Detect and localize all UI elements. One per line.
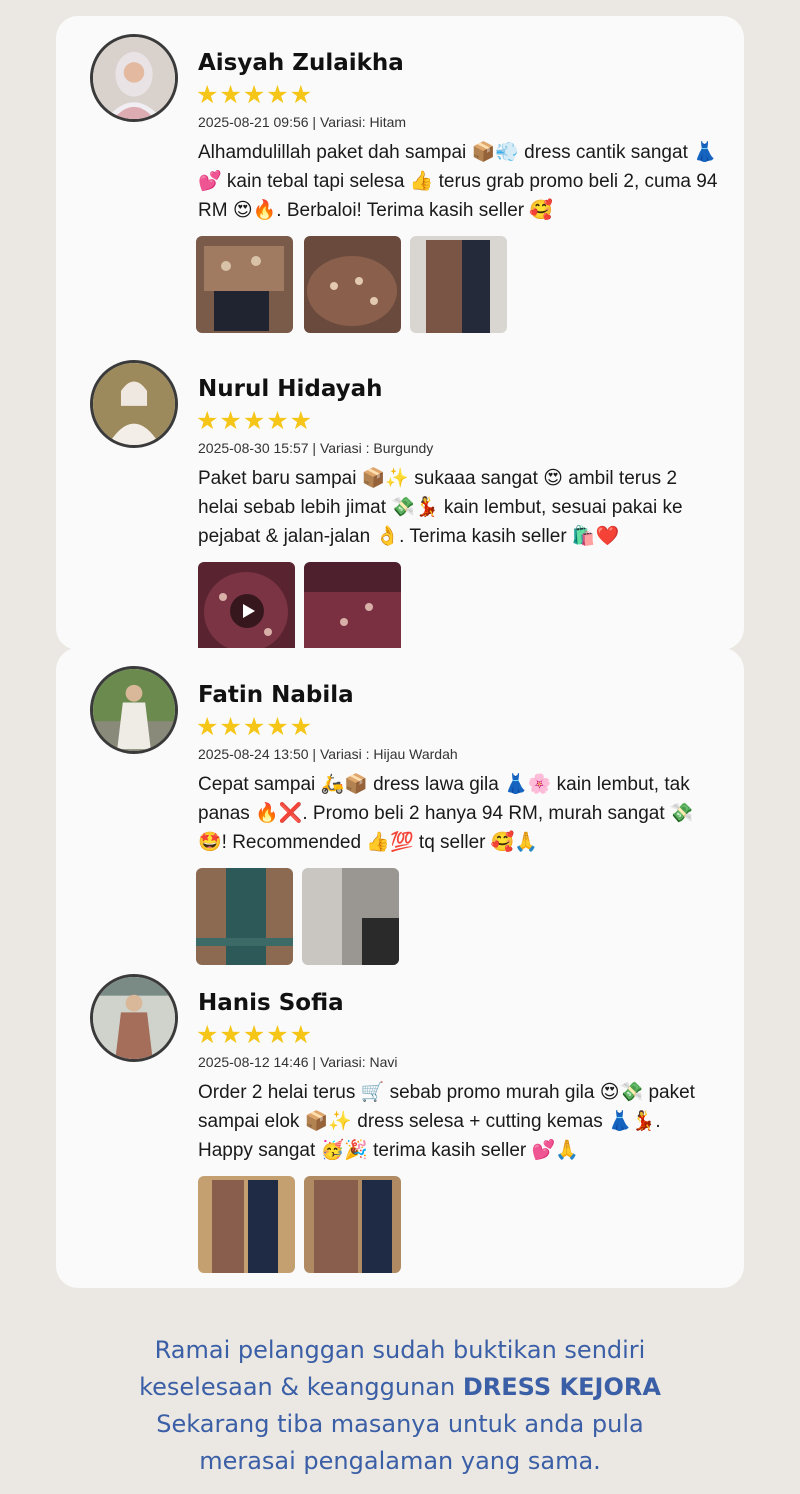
footer-line-text: keselesaan & keanggunan xyxy=(139,1373,463,1401)
avatar[interactable] xyxy=(90,666,178,754)
footer-line: merasai pengalaman yang sama. xyxy=(199,1447,601,1475)
star-rating: ★★★★★ xyxy=(196,407,314,435)
avatar[interactable] xyxy=(90,974,178,1062)
review-meta: 2025-08-24 13:50 | Variasi : Hijau Warda… xyxy=(198,746,458,762)
avatar[interactable] xyxy=(90,34,178,122)
footer-message: Ramai pelanggan sudah buktikan sendiri k… xyxy=(60,1332,740,1480)
footer-line: Ramai pelanggan sudah buktikan sendiri xyxy=(154,1336,646,1364)
review-photo[interactable] xyxy=(410,236,507,333)
review-photo[interactable] xyxy=(304,562,401,659)
reviewer-name: Nurul Hidayah xyxy=(198,376,383,402)
star-rating: ★★★★★ xyxy=(196,81,314,109)
review-text: Cepat sampai 🛵📦 dress lawa gila 👗🌸 kain … xyxy=(198,774,694,853)
avatar[interactable] xyxy=(90,360,178,448)
review-photo[interactable] xyxy=(302,868,399,965)
review-text: Alhamdulillah paket dah sampai 📦💨 dress … xyxy=(198,142,718,221)
brand-name: DRESS KEJORA xyxy=(462,1373,661,1401)
footer-line: Sekarang tiba masanya untuk anda pula xyxy=(156,1410,644,1438)
footer-line: keselesaan & keanggunan DRESS KEJORA xyxy=(60,1369,740,1406)
review-card: Fatin Nabila ★★★★★ 2025-08-24 13:50 | Va… xyxy=(56,648,744,1288)
reviewer-name: Aisyah Zulaikha xyxy=(198,50,404,76)
review-meta: 2025-08-12 14:46 | Variasi: Navi xyxy=(198,1054,398,1070)
review-meta: 2025-08-21 09:56 | Variasi: Hitam xyxy=(198,114,407,130)
star-rating: ★★★★★ xyxy=(196,713,314,741)
review-text: Order 2 helai terus 🛒 sebab promo murah … xyxy=(198,1082,695,1161)
review-card: Aisyah Zulaikha ★★★★★ 2025-08-21 09:56 |… xyxy=(56,16,744,659)
review-text: Paket baru sampai 📦✨ sukaaa sangat 😍 amb… xyxy=(198,468,683,547)
review-photo[interactable] xyxy=(304,1176,401,1273)
review-video[interactable] xyxy=(198,562,295,659)
reviewer-name: Hanis Sofia xyxy=(198,990,344,1016)
review-photo[interactable] xyxy=(304,236,401,333)
review-photo[interactable] xyxy=(196,236,293,333)
reviewer-name: Fatin Nabila xyxy=(198,682,354,708)
star-rating: ★★★★★ xyxy=(196,1021,314,1049)
review-photo[interactable] xyxy=(196,868,293,965)
play-icon[interactable] xyxy=(230,594,264,628)
review-meta: 2025-08-30 15:57 | Variasi : Burgundy xyxy=(198,440,434,456)
review-photo[interactable] xyxy=(198,1176,295,1273)
